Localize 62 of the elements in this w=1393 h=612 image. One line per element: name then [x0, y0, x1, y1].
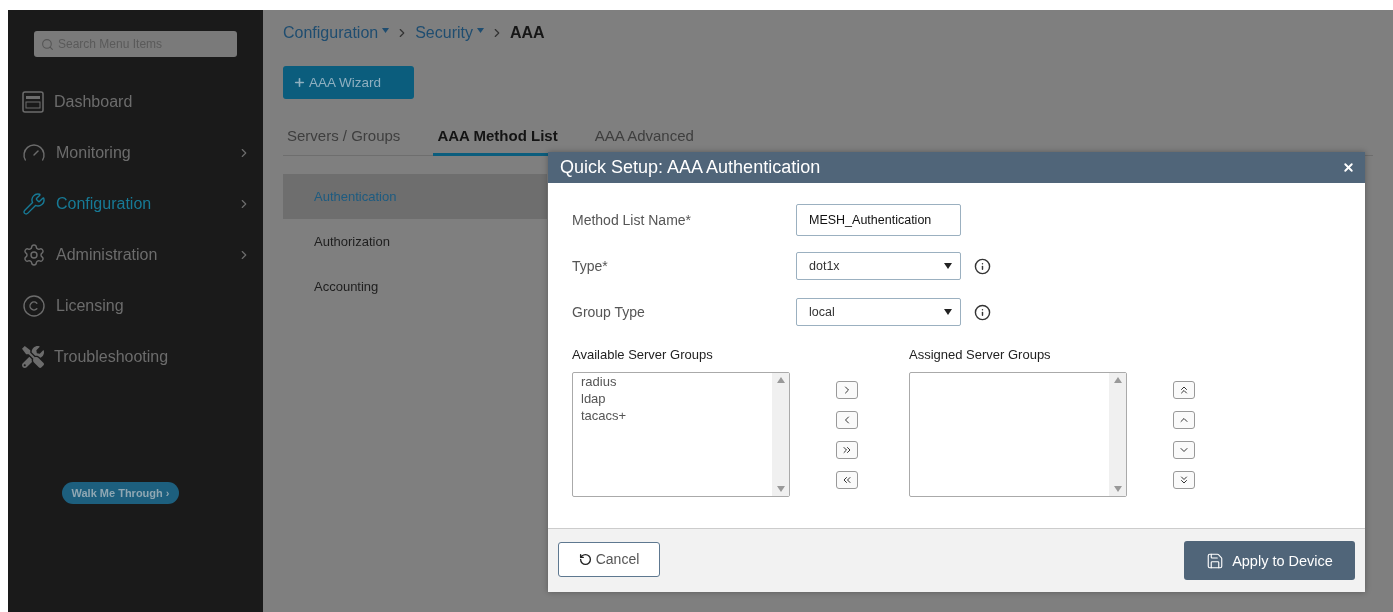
wrench-icon — [22, 191, 46, 216]
submenu-item[interactable]: Accounting — [283, 264, 547, 309]
dashboard-icon — [22, 90, 44, 113]
input-field[interactable]: MESH_Authentication — [796, 204, 961, 236]
list-option[interactable]: ldap — [581, 390, 764, 407]
apply-to-device-button[interactable]: Apply to Device — [1184, 541, 1355, 580]
field-label: Type* — [572, 258, 609, 274]
list-label: Assigned Server Groups — [909, 347, 1052, 364]
sidebar-item[interactable]: Configuration — [8, 178, 263, 229]
double-chevron-right-icon — [841, 444, 853, 456]
double-chevron-up-icon — [1178, 384, 1190, 396]
submenu-item[interactable]: Authorization — [283, 219, 547, 264]
info-icon[interactable] — [974, 257, 991, 275]
breadcrumb-link[interactable]: Configuration — [283, 24, 379, 42]
add-all-button[interactable] — [836, 441, 858, 459]
move-bottom-button[interactable] — [1173, 471, 1195, 489]
tab[interactable]: AAA Advanced — [590, 119, 699, 156]
search-icon — [41, 38, 54, 51]
scroll-up-icon[interactable] — [1113, 377, 1122, 383]
aaa-wizard-button[interactable]: AAA Wizard — [283, 66, 414, 99]
settings-icon — [22, 242, 46, 267]
field-label: Group Type — [572, 304, 646, 320]
add-button[interactable] — [836, 381, 858, 399]
available-list[interactable]: radius ldap tacacs+ — [572, 372, 790, 497]
copyright-icon — [22, 293, 46, 318]
walk-me-through-button[interactable]: Walk Me Through › — [61, 482, 180, 504]
tab[interactable]: Servers / Groups — [283, 119, 406, 156]
dropdown[interactable]: dot1x — [796, 252, 961, 280]
close-icon[interactable] — [1342, 161, 1355, 174]
scroll-down-icon[interactable] — [1113, 486, 1122, 492]
dialog-title: Quick Setup: AAA Authentication — [560, 157, 821, 178]
info-icon[interactable] — [974, 303, 991, 321]
sidebar-item[interactable]: Troubleshooting — [8, 331, 263, 382]
sidebar-item[interactable]: Administration — [8, 229, 263, 280]
scroll-up-icon[interactable] — [776, 377, 785, 383]
list-option[interactable]: radius — [581, 373, 764, 390]
breadcrumb-link[interactable]: Security — [415, 24, 473, 42]
caret-icon — [944, 309, 952, 315]
assigned-list[interactable] — [909, 372, 1127, 497]
double-chevron-down-icon — [1178, 474, 1190, 486]
sidebar-item[interactable]: Dashboard — [8, 76, 263, 127]
dropdown[interactable]: local — [796, 298, 961, 326]
plus-icon — [293, 76, 306, 89]
scroll-down-icon[interactable] — [776, 486, 785, 492]
list-label: Available Server Groups — [572, 347, 714, 364]
sidebar-item[interactable]: Licensing — [8, 280, 263, 331]
caret-icon — [944, 263, 952, 269]
double-chevron-left-icon — [841, 474, 853, 486]
field-label: Method List Name* — [572, 212, 693, 228]
cancel-button[interactable]: Cancel — [558, 541, 660, 577]
remove-button[interactable] — [836, 411, 858, 429]
move-up-button[interactable] — [1173, 411, 1195, 429]
move-top-button[interactable] — [1173, 381, 1195, 399]
undo-icon — [578, 552, 592, 566]
scrollbar[interactable] — [1109, 373, 1126, 496]
list-option[interactable]: tacacs+ — [581, 407, 764, 424]
move-down-button[interactable] — [1173, 441, 1195, 459]
remove-all-button[interactable] — [836, 471, 858, 489]
save-icon — [1206, 551, 1225, 570]
scrollbar[interactable] — [772, 373, 789, 496]
tools-icon — [22, 345, 44, 368]
sidebar-item[interactable]: Monitoring — [8, 127, 263, 178]
